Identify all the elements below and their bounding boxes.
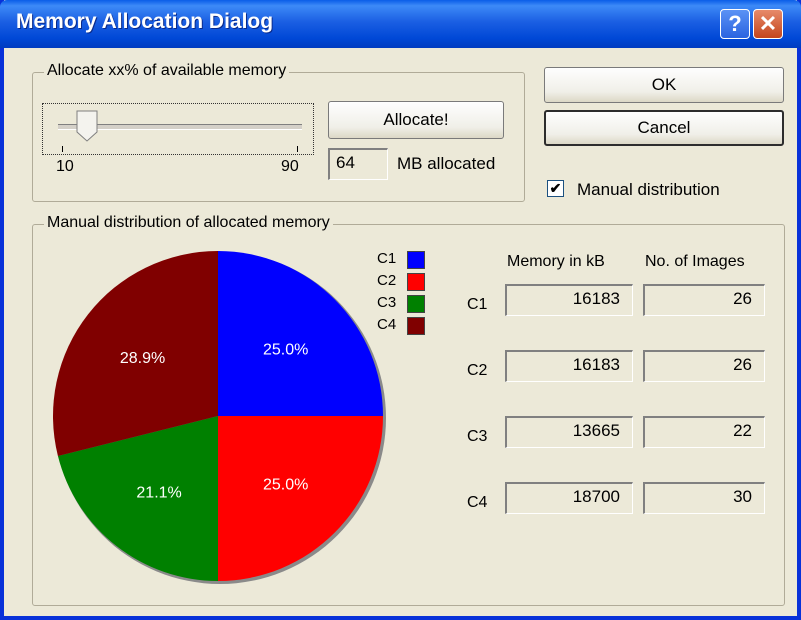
manual-distribution-label[interactable]: Manual distribution (577, 180, 720, 200)
distribution-group-legend: Manual distribution of allocated memory (44, 214, 333, 232)
column-header-images: No. of Images (645, 253, 745, 270)
mb-allocated-field[interactable]: 64 (328, 148, 388, 180)
help-button[interactable]: ? (720, 9, 750, 39)
row-label: C1 (467, 296, 488, 313)
pie-label-c4: 28.9% (120, 350, 165, 367)
memory-field[interactable]: 13665 (505, 416, 633, 448)
images-field[interactable]: 26 (643, 284, 765, 316)
memory-field[interactable]: 16183 (505, 284, 633, 316)
pie-label-c1: 25.0% (263, 341, 308, 358)
images-field[interactable]: 26 (643, 350, 765, 382)
row-label: C4 (467, 494, 488, 511)
check-icon: ✔ (549, 180, 562, 196)
memory-slider[interactable] (52, 108, 306, 152)
slider-tick-max (297, 146, 298, 152)
allocate-group-legend: Allocate xx% of available memory (44, 62, 290, 80)
slider-max-label: 90 (281, 158, 299, 175)
mb-allocated-label: MB allocated (397, 154, 496, 173)
window-title: Memory Allocation Dialog (16, 10, 274, 33)
title-bar[interactable]: Memory Allocation Dialog ? ✕ (0, 0, 801, 48)
legend-swatch (407, 317, 425, 335)
slider-tick-min (62, 146, 63, 152)
manual-distribution-checkbox[interactable]: ✔ (547, 180, 564, 197)
legend-swatch (407, 251, 425, 269)
memory-pie-chart: 25.0% 25.0% 21.1% 28.9% (52, 251, 386, 584)
row-label: C3 (467, 428, 488, 445)
images-field[interactable]: 30 (643, 482, 765, 514)
close-button[interactable]: ✕ (753, 9, 783, 39)
dialog-window: Memory Allocation Dialog ? ✕ Allocate xx… (0, 0, 801, 620)
memory-field[interactable]: 18700 (505, 482, 633, 514)
pie-label-c2: 25.0% (263, 477, 308, 494)
pie-slice-c1 (218, 251, 383, 416)
legend-label: C1 (377, 250, 397, 267)
legend-swatch (407, 273, 425, 291)
images-field[interactable]: 22 (643, 416, 765, 448)
allocate-button[interactable]: Allocate! (328, 101, 504, 139)
memory-field[interactable]: 16183 (505, 350, 633, 382)
cancel-button[interactable]: Cancel (544, 110, 784, 146)
legend-label: C3 (377, 294, 397, 311)
pie-slice-c2 (218, 416, 383, 581)
legend-swatch (407, 295, 425, 313)
slider-thumb[interactable] (76, 110, 98, 142)
column-header-memory: Memory in kB (507, 253, 605, 270)
legend-label: C2 (377, 272, 397, 289)
help-icon: ? (728, 11, 742, 36)
row-label: C2 (467, 362, 488, 379)
pie-label-c3: 21.1% (136, 484, 181, 501)
close-icon: ✕ (758, 11, 778, 36)
legend-label: C4 (377, 316, 397, 333)
slider-min-label: 10 (56, 158, 74, 175)
ok-button[interactable]: OK (544, 67, 784, 103)
